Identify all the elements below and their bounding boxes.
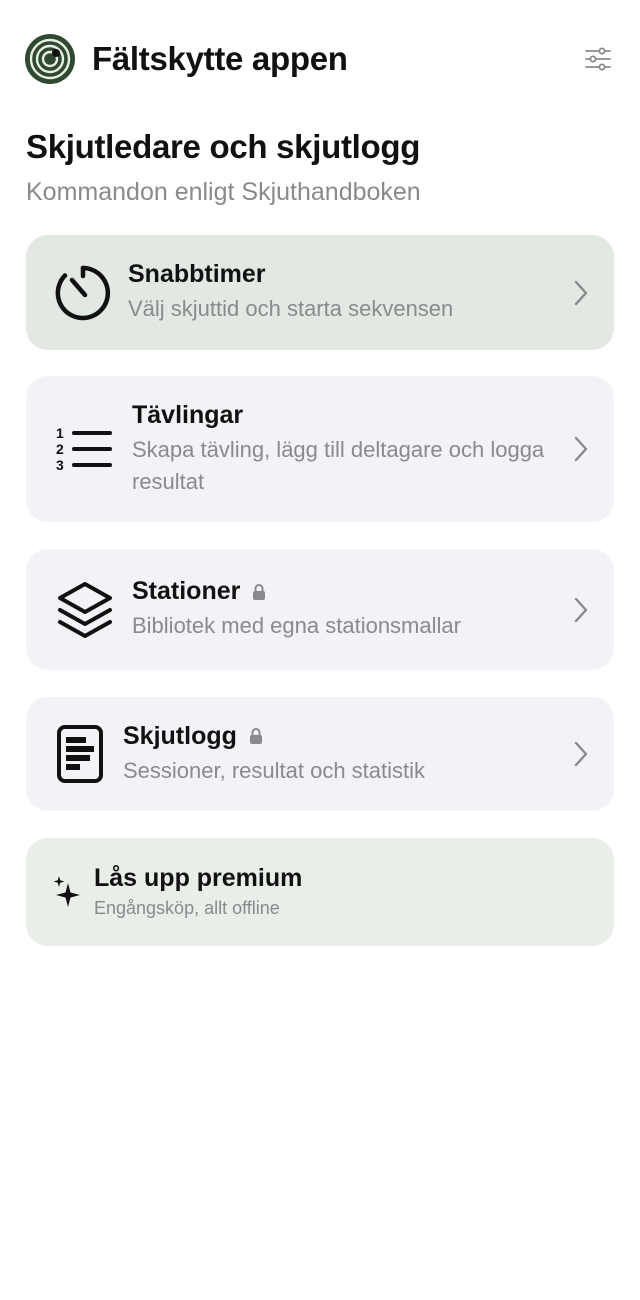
chevron-right-icon (574, 280, 588, 306)
lock-icon (252, 583, 266, 601)
app-logo-icon (24, 33, 76, 85)
menu-item-skjutlogg[interactable]: Skjutlogg Sessioner, resultat och statis… (26, 697, 614, 811)
menu-item-text: Stationer Bibliotek med egna stationsmal… (132, 577, 574, 642)
svg-text:1: 1 (56, 425, 64, 441)
menu-item-stationer[interactable]: Stationer Bibliotek med egna stationsmal… (26, 549, 614, 670)
menu-item-subtitle: Skapa tävling, lägg till deltagare och l… (132, 436, 545, 494)
premium-title: Lås upp premium (94, 863, 303, 892)
app-header: Fältskytte appen (24, 32, 616, 86)
unlock-premium-button[interactable]: Lås upp premium Engångsköp, allt offline (26, 838, 614, 946)
chevron-right-icon (574, 436, 588, 462)
menu-item-subtitle: Sessioner, resultat och statistik (123, 757, 426, 783)
menu-item-title: Snabbtimer (128, 260, 266, 288)
menu-item-snabbtimer[interactable]: Snabbtimer Välj skjuttid och starta sekv… (26, 235, 614, 350)
menu-item-text: Snabbtimer Välj skjuttid och starta sekv… (128, 260, 574, 325)
menu-item-title: Stationer (132, 577, 574, 606)
page-subtitle: Kommandon enligt Skjuthandboken (26, 178, 421, 206)
chevron-right-icon (574, 741, 588, 767)
app-title: Fältskytte appen (92, 40, 348, 77)
sparkles-icon (26, 875, 94, 909)
svg-text:3: 3 (56, 457, 64, 473)
chevron-right-icon (574, 597, 588, 623)
svg-text:2: 2 (56, 441, 64, 457)
menu-item-text: Skjutlogg Sessioner, resultat och statis… (123, 722, 574, 787)
menu-item-title-text: Skjutlogg (123, 721, 237, 750)
premium-text: Lås upp premium Engångsköp, allt offline (94, 864, 614, 921)
menu-item-title-text: Stationer (132, 577, 241, 605)
page-title: Skjutledare och skjutlogg (26, 128, 421, 165)
menu-item-subtitle: Bibliotek med egna stationsmallar (132, 613, 461, 638)
menu-item-tavlingar[interactable]: 1 2 3 Tävlingar Skapa tävling, lägg till… (26, 376, 614, 522)
lock-icon (249, 727, 263, 745)
numbered-list-icon: 1 2 3 (26, 425, 132, 473)
menu-item-title: Tävlingar (132, 400, 244, 429)
menu-item-subtitle: Välj skjuttid och starta sekvensen (128, 296, 454, 321)
premium-subtitle: Engångsköp, allt offline (94, 897, 280, 918)
timer-icon (26, 264, 128, 322)
menu-item-text: Tävlingar Skapa tävling, lägg till delta… (132, 401, 574, 498)
app-screen: Fältskytte appen Skjutledare och skjutlo… (0, 0, 640, 1300)
document-icon (26, 724, 123, 784)
menu-item-title: Skjutlogg (123, 722, 574, 751)
settings-sliders-icon[interactable] (580, 41, 616, 77)
layers-icon (26, 580, 132, 640)
